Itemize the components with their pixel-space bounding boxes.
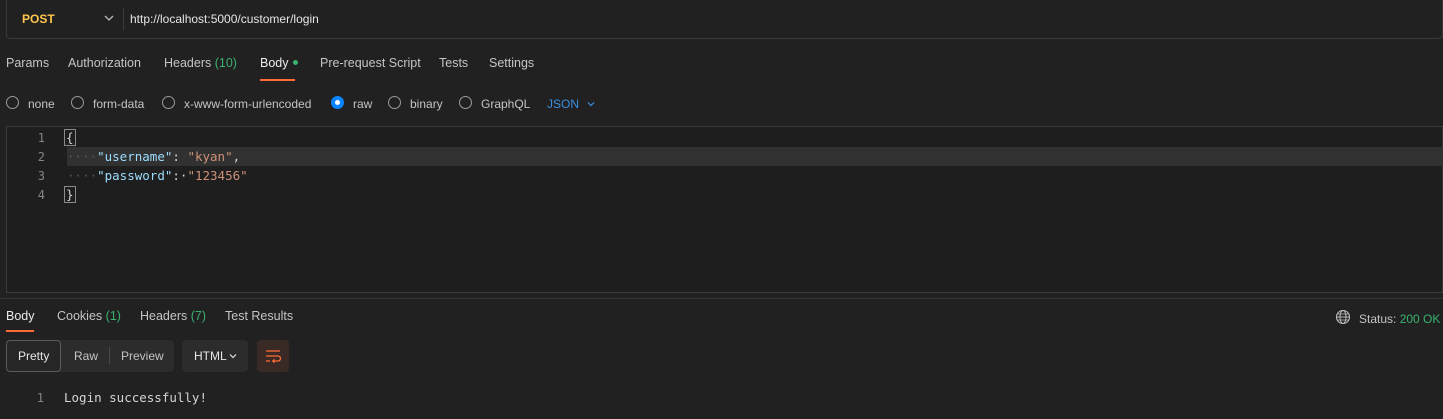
response-tab-cookies-label: Cookies xyxy=(57,309,103,323)
response-tab-body[interactable]: Body xyxy=(6,309,35,323)
response-tab-cookies[interactable]: Cookies (1) xyxy=(57,309,121,323)
view-pretty-label[interactable]: Pretty xyxy=(18,349,49,363)
response-status[interactable]: Status: 200 OK xyxy=(1359,312,1440,326)
json-value-username: "kyan" xyxy=(187,149,233,164)
body-format-select[interactable]: JSON xyxy=(547,97,579,111)
chevron-down-icon[interactable] xyxy=(228,351,238,361)
response-body-text: Login successfully! xyxy=(64,390,207,405)
code-line-1: { xyxy=(64,129,76,146)
active-tab-indicator xyxy=(260,79,295,81)
tab-body[interactable]: Body xyxy=(260,56,298,70)
code-line-2: ····"username": "kyan", xyxy=(67,149,241,164)
status-code: 200 OK xyxy=(1399,312,1441,326)
radio-none-label: none xyxy=(28,97,55,111)
response-tab-headers[interactable]: Headers (7) xyxy=(140,309,206,323)
radio-x-www-form-urlencoded-label: x-www-form-urlencoded xyxy=(184,97,312,111)
url-divider xyxy=(123,8,124,30)
response-tab-cookies-count: (1) xyxy=(105,309,121,323)
tab-settings[interactable]: Settings xyxy=(489,56,534,70)
json-value-password: "123456" xyxy=(187,168,248,183)
tab-headers-label: Headers xyxy=(164,56,212,70)
request-url-bar: POST http://localhost:5000/customer/logi… xyxy=(6,0,1443,39)
close-brace: } xyxy=(64,186,76,203)
chevron-down-icon[interactable] xyxy=(586,99,596,109)
tab-pre-request-script[interactable]: Pre-request Script xyxy=(320,56,421,70)
json-key-username: "username" xyxy=(97,149,173,164)
view-raw-button[interactable]: Raw xyxy=(74,349,98,363)
response-line-number: 1 xyxy=(36,391,44,405)
wrap-lines-icon xyxy=(266,350,282,364)
radio-x-www-form-urlencoded[interactable] xyxy=(162,96,175,109)
json-comma: , xyxy=(232,149,241,164)
code-line-4: } xyxy=(64,186,76,203)
body-modified-dot xyxy=(292,60,298,66)
wrap-lines-button[interactable] xyxy=(257,340,289,372)
tab-params[interactable]: Params xyxy=(6,56,49,70)
tab-headers[interactable]: Headers (10) xyxy=(164,56,237,70)
active-response-tab-indicator xyxy=(6,330,34,332)
tab-tests[interactable]: Tests xyxy=(439,56,468,70)
radio-graphql-label: GraphQL xyxy=(481,97,531,111)
tab-headers-count: (10) xyxy=(214,56,237,70)
current-line-highlight xyxy=(67,147,1443,166)
response-tab-test-results[interactable]: Test Results xyxy=(225,309,293,323)
response-tab-headers-label: Headers xyxy=(140,309,188,323)
view-preview-button[interactable]: Preview xyxy=(121,349,164,363)
response-tab-headers-count: (7) xyxy=(190,309,207,323)
radio-binary[interactable] xyxy=(388,96,401,109)
line-number: 3 xyxy=(37,169,45,183)
code-line-3: ····"password":·"123456" xyxy=(67,168,248,183)
radio-binary-label: binary xyxy=(410,97,443,111)
json-key-password: "password" xyxy=(97,168,173,183)
radio-form-data-label: form-data xyxy=(93,97,145,111)
request-body-editor[interactable]: 1 2 3 4 { ····"username": "kyan", ····"p… xyxy=(6,126,1443,293)
line-number: 1 xyxy=(37,131,45,145)
status-label: Status: xyxy=(1359,312,1397,326)
radio-none[interactable] xyxy=(6,96,19,109)
radio-raw-label: raw xyxy=(353,97,373,111)
http-method-select[interactable]: POST xyxy=(22,12,55,26)
line-number: 2 xyxy=(37,150,45,164)
request-response-divider[interactable] xyxy=(0,298,1443,299)
radio-graphql[interactable] xyxy=(459,96,472,109)
chevron-down-icon[interactable] xyxy=(103,12,115,24)
globe-icon[interactable] xyxy=(1335,309,1351,325)
tab-authorization[interactable]: Authorization xyxy=(68,56,141,70)
radio-form-data[interactable] xyxy=(71,96,84,109)
open-brace: { xyxy=(64,129,76,146)
segment-divider xyxy=(109,347,110,364)
url-input[interactable]: http://localhost:5000/customer/login xyxy=(130,12,319,26)
radio-raw[interactable] xyxy=(331,96,344,109)
tab-body-label: Body xyxy=(260,56,289,70)
line-number: 4 xyxy=(37,188,45,202)
response-format-label[interactable]: HTML xyxy=(194,349,227,363)
